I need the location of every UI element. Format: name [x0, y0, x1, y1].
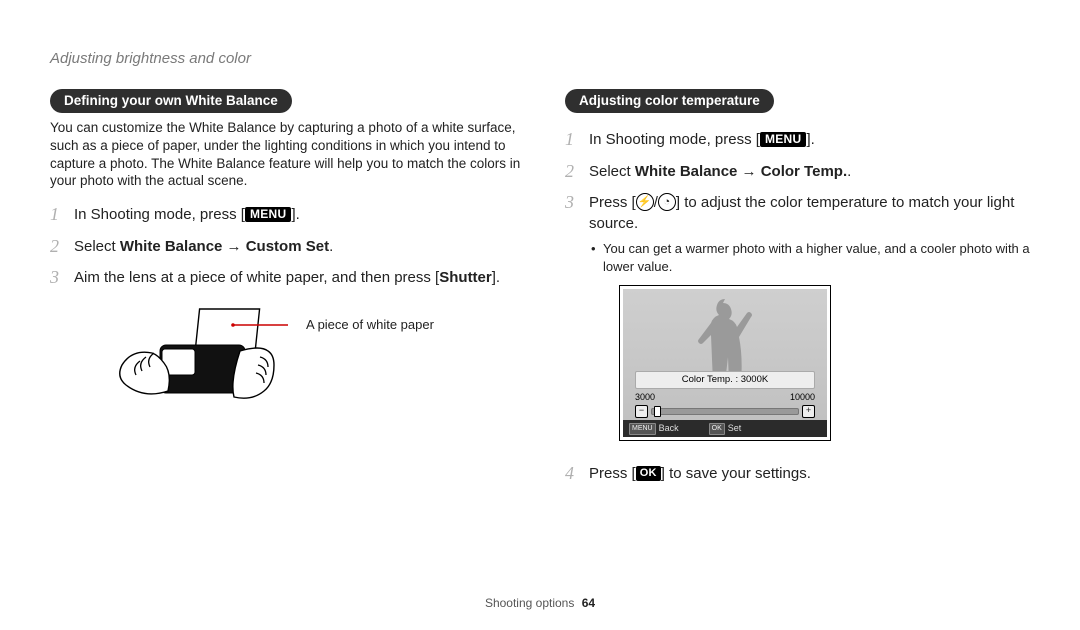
step-text: .: [329, 238, 333, 255]
slider-minus-button[interactable]: −: [635, 405, 648, 418]
menu-mini-chip: MENU: [629, 423, 656, 435]
lcd-screenshot: Color Temp. : 3000K 3000 10000 −: [619, 285, 831, 441]
step-text: Aim the lens at a piece of white paper, …: [74, 269, 439, 286]
lcd-value-label: Color Temp. : 3000K: [635, 371, 815, 389]
camera-hands-illustration: [110, 305, 300, 425]
timer-icon: ◔: [658, 193, 676, 211]
section-pill-colortemp: Adjusting color temperature: [565, 89, 774, 113]
footer-section: Shooting options: [485, 596, 574, 610]
breadcrumb: Adjusting brightness and color: [50, 50, 1040, 67]
step-number: 3: [50, 267, 74, 289]
ok-mini-chip: OK: [709, 423, 725, 435]
slider-plus-button[interactable]: +: [802, 405, 815, 418]
step-text: .: [847, 163, 851, 180]
lcd-slider: 3000 10000 − +: [635, 391, 815, 413]
slider-min: 3000: [635, 391, 655, 404]
step-text: ].: [806, 131, 814, 148]
lcd-set-label: Set: [728, 422, 742, 435]
right-column: Adjusting color temperature 1 In Shootin…: [565, 89, 1040, 495]
step-bold: Shutter: [439, 269, 492, 286]
step-number: 2: [565, 161, 589, 183]
step-number: 4: [565, 463, 589, 485]
menu-button-chip: MENU: [760, 132, 807, 147]
step-number: 2: [50, 236, 74, 258]
step-text: ] to save your settings.: [661, 465, 811, 482]
step-text: Press [: [589, 194, 636, 211]
step-text: In Shooting mode, press [: [589, 131, 760, 148]
intro-text: You can customize the White Balance by c…: [50, 119, 525, 190]
footer-page-number: 64: [582, 596, 595, 610]
section-pill-defining: Defining your own White Balance: [50, 89, 292, 113]
menu-button-chip: MENU: [245, 207, 292, 222]
step-text: Press [: [589, 465, 636, 482]
step-bold: White Balance → Color Temp.: [635, 163, 847, 180]
step-text: In Shooting mode, press [: [74, 206, 245, 223]
step-subnote: You can get a warmer photo with a higher…: [589, 240, 1040, 275]
step-number: 3: [565, 192, 589, 214]
step-number: 1: [565, 129, 589, 151]
step-text: Select: [74, 238, 120, 255]
slider-max: 10000: [790, 391, 815, 404]
step-bold: White Balance → Custom Set: [120, 238, 329, 255]
lcd-back-label: Back: [659, 422, 679, 435]
left-column: Defining your own White Balance You can …: [50, 89, 525, 495]
step-text: Select: [589, 163, 635, 180]
page-footer: Shooting options 64: [0, 596, 1080, 610]
callout-label: A piece of white paper: [306, 317, 434, 332]
slider-track[interactable]: [651, 408, 799, 415]
step-text: ].: [492, 269, 500, 286]
slider-thumb[interactable]: [654, 406, 661, 417]
step-text: ].: [291, 206, 299, 223]
flash-icon: ⚡: [636, 193, 654, 211]
ok-button-chip: OK: [636, 466, 661, 481]
step-number: 1: [50, 204, 74, 226]
